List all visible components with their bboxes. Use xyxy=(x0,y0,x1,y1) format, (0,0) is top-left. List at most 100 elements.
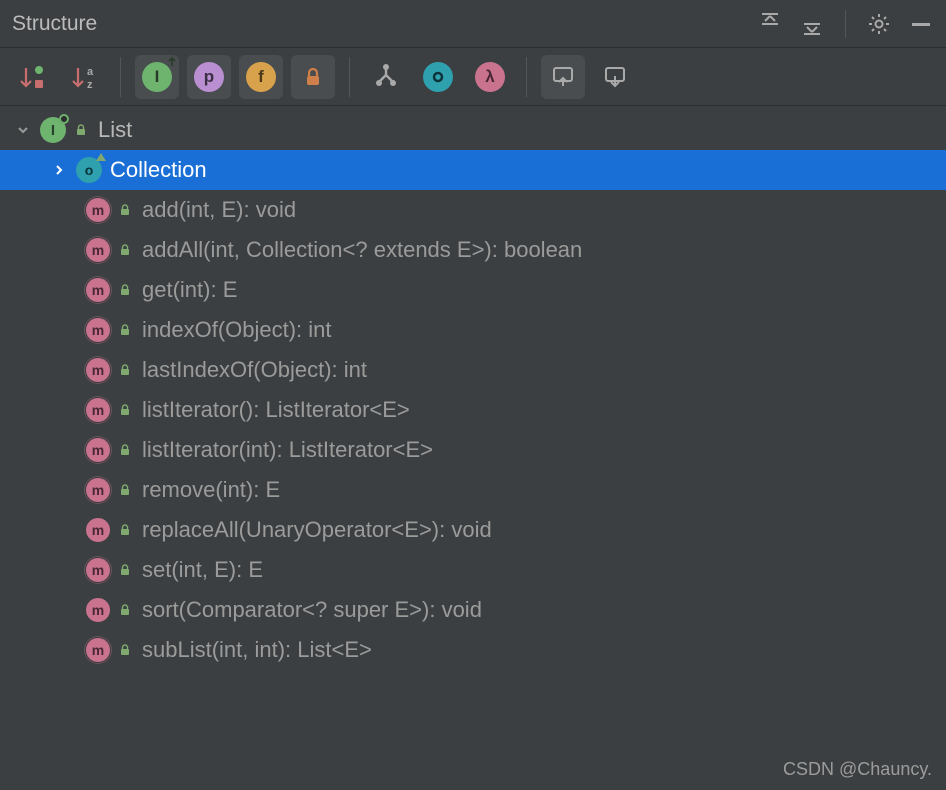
show-anonymous-button[interactable] xyxy=(416,55,460,99)
method-label: remove(int): E xyxy=(142,477,280,503)
method-label: sort(Comparator<? super E>): void xyxy=(142,597,482,623)
public-lock-icon xyxy=(118,443,132,457)
sort-alpha-button[interactable]: a z xyxy=(62,55,106,99)
method-icon: m xyxy=(86,438,110,462)
panel-titlebar: Structure xyxy=(0,0,946,48)
method-icon: m xyxy=(86,198,110,222)
svg-text:a: a xyxy=(87,66,94,78)
method-label: listIterator(int): ListIterator<E> xyxy=(142,437,433,463)
property-filter-button[interactable]: p xyxy=(187,55,231,99)
public-lock-icon xyxy=(118,643,132,657)
autoscroll-to-source-button[interactable] xyxy=(541,55,585,99)
interface-letter: I xyxy=(155,67,160,87)
lock-icon xyxy=(302,66,324,88)
field-letter: f xyxy=(258,67,264,87)
tree-method-row[interactable]: m set(int, E): E xyxy=(0,550,946,590)
method-icon: m xyxy=(86,358,110,382)
tree-method-row[interactable]: m lastIndexOf(Object): int xyxy=(0,350,946,390)
property-icon: p xyxy=(194,62,224,92)
tree-method-row[interactable]: mindexOf(Object): int xyxy=(0,310,946,350)
selected-label: Collection xyxy=(110,157,207,183)
interface-icon: I xyxy=(142,62,172,92)
lambda-icon: λ xyxy=(475,62,505,92)
anonymous-icon xyxy=(423,62,453,92)
tree-method-row[interactable]: m remove(int): E xyxy=(0,470,946,510)
tree-selected-row[interactable]: o Collection xyxy=(0,150,946,190)
method-icon: m xyxy=(86,318,110,342)
toolbar-separator-2 xyxy=(349,57,350,97)
show-inherited-button[interactable] xyxy=(364,55,408,99)
method-icon: m xyxy=(86,598,110,622)
public-lock-icon xyxy=(118,243,132,257)
method-icon: m xyxy=(86,478,110,502)
method-label: get(int): E xyxy=(142,277,237,303)
chevron-down-icon[interactable] xyxy=(14,123,32,137)
gear-icon[interactable] xyxy=(866,11,892,37)
collection-node-icon: o xyxy=(76,157,102,183)
property-letter: p xyxy=(204,67,214,87)
nonpublic-filter-button[interactable] xyxy=(291,55,335,99)
lambda-letter: λ xyxy=(485,67,494,87)
show-lambda-button[interactable]: λ xyxy=(468,55,512,99)
collection-node-letter: o xyxy=(85,162,94,178)
field-icon: f xyxy=(246,62,276,92)
public-lock-icon xyxy=(118,563,132,577)
tree-method-row[interactable]: m addAll(int, Collection<? extends E>): b… xyxy=(0,230,946,270)
public-lock-icon xyxy=(118,523,132,537)
filter-group: I p f xyxy=(135,55,335,99)
show-group: λ xyxy=(364,55,512,99)
toolbar-separator-1 xyxy=(120,57,121,97)
field-filter-button[interactable]: f xyxy=(239,55,283,99)
scroll-group xyxy=(541,55,637,99)
tree-method-row[interactable]: m listIterator(int): ListIterator<E> xyxy=(0,430,946,470)
public-lock-icon xyxy=(118,203,132,217)
interface-node-icon: I xyxy=(40,117,66,143)
root-label: List xyxy=(98,117,132,143)
method-label: add(int, E): void xyxy=(142,197,296,223)
collapse-all-icon[interactable] xyxy=(799,11,825,37)
method-label: set(int, E): E xyxy=(142,557,263,583)
structure-tree: I List o Collection m add(int, E): void m a… xyxy=(0,106,946,670)
method-icon: m xyxy=(86,238,110,262)
method-label: lastIndexOf(Object): int xyxy=(142,357,367,383)
tree-method-row[interactable]: m get(int): E xyxy=(0,270,946,310)
method-label: listIterator(): ListIterator<E> xyxy=(142,397,410,423)
tree-method-row[interactable]: m replaceAll(UnaryOperator<E>): void xyxy=(0,510,946,550)
structure-toolbar: a z I p f xyxy=(0,48,946,106)
method-icon: m xyxy=(86,558,110,582)
public-lock-icon xyxy=(118,483,132,497)
public-lock-icon xyxy=(118,363,132,377)
autoscroll-from-source-button[interactable] xyxy=(593,55,637,99)
watermark-text: CSDN @Chauncy. xyxy=(783,759,932,780)
public-lock-icon xyxy=(74,123,88,137)
toolbar-separator-3 xyxy=(526,57,527,97)
sort-by-visibility-button[interactable] xyxy=(10,55,54,99)
method-icon: m xyxy=(86,278,110,302)
tree-method-row[interactable]: m subList(int, int): List<E> xyxy=(0,630,946,670)
method-icon: m xyxy=(86,518,110,542)
method-label: replaceAll(UnaryOperator<E>): void xyxy=(142,517,492,543)
tree-method-row[interactable]: m listIterator(): ListIterator<E> xyxy=(0,390,946,430)
svg-text:z: z xyxy=(87,79,93,91)
titlebar-actions xyxy=(757,10,934,38)
titlebar-separator xyxy=(845,10,846,38)
tree-method-row[interactable]: m sort(Comparator<? super E>): void xyxy=(0,590,946,630)
method-icon: m xyxy=(86,398,110,422)
tree-method-row[interactable]: m add(int, E): void xyxy=(0,190,946,230)
panel-title: Structure xyxy=(12,12,757,36)
method-label: addAll(int, Collection<? extends E>): bo… xyxy=(142,237,582,263)
public-lock-icon xyxy=(118,403,132,417)
sort-group: a z xyxy=(10,55,106,99)
chevron-right-icon[interactable] xyxy=(50,163,68,177)
interface-filter-button[interactable]: I xyxy=(135,55,179,99)
interface-node-letter: I xyxy=(51,122,55,139)
public-lock-icon xyxy=(118,283,132,297)
autoscroll-from-icon xyxy=(602,64,628,90)
method-icon: m xyxy=(86,638,110,662)
public-lock-icon xyxy=(118,323,132,337)
autoscroll-to-icon xyxy=(550,64,576,90)
method-label: subList(int, int): List<E> xyxy=(142,637,372,663)
expand-all-icon[interactable] xyxy=(757,11,783,37)
hide-icon[interactable] xyxy=(908,11,934,37)
tree-root-row[interactable]: I List xyxy=(0,110,946,150)
